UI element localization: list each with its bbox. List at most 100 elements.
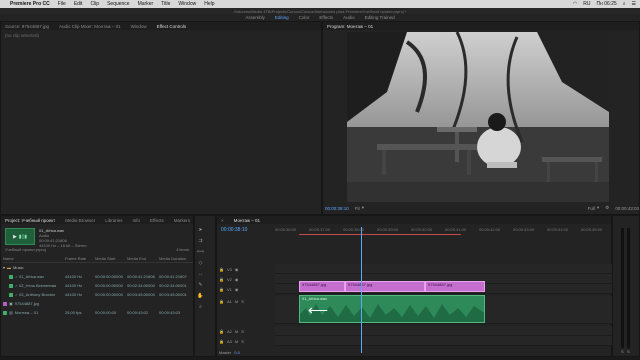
tab-project[interactable]: Project: Учебный проект (5, 218, 55, 223)
zoom-dropdown-icon[interactable]: ▾ (362, 205, 364, 211)
menu-marker[interactable]: Marker (138, 1, 154, 7)
zoom-select[interactable]: Fit (355, 206, 360, 211)
menu-edit[interactable]: Edit (74, 1, 83, 7)
playhead[interactable] (361, 227, 362, 353)
eye-icon[interactable]: ◉ (235, 277, 239, 282)
zoom-tool-icon[interactable]: ⌕ (197, 303, 204, 310)
tab-markers[interactable]: Markers (174, 218, 190, 223)
track-header-a1[interactable]: 🔒 A1 M S (219, 296, 273, 306)
tab-sequence[interactable]: Монтаж – 01 (234, 218, 260, 223)
eye-icon[interactable]: ◉ (235, 267, 239, 272)
solo-meter-icon[interactable]: S (627, 349, 630, 354)
video-clip[interactable]: 97544887.jpg (345, 281, 425, 292)
selection-tool-icon[interactable]: ➤ (197, 226, 204, 233)
solo-meter-icon[interactable]: S (621, 349, 624, 354)
input-language[interactable]: RU (583, 1, 590, 7)
audio-thumbnail[interactable]: ▶ ▮▯▮ (5, 228, 35, 245)
track-header-a3[interactable]: 🔒 A3 M S (219, 336, 273, 346)
solo-icon[interactable]: S (241, 329, 244, 334)
track-a3[interactable] (275, 336, 613, 346)
mute-icon[interactable]: M (235, 339, 238, 344)
timeline-timecode[interactable]: 00:00:38:10 (221, 227, 247, 233)
tab-media-browser[interactable]: Media Browser (65, 218, 95, 223)
project-row[interactable]: ♪ 03_Anthony Braxton 44100 Hz 00:00:00:00… (3, 290, 193, 299)
tab-effect-controls[interactable]: Effect Controls (157, 24, 186, 29)
col-media-duration[interactable]: Media Duration (159, 256, 189, 261)
project-row[interactable]: ♪ 02_Ночь Вселенная 44100 Hz 00:00:00:000… (3, 281, 193, 290)
project-row[interactable]: ▣ 97544887.jpg (3, 299, 193, 308)
mute-icon[interactable]: M (235, 329, 238, 334)
search-icon[interactable]: ⌕ (623, 1, 626, 7)
menu-help[interactable]: Help (204, 1, 214, 7)
tab-effects[interactable]: Effects (150, 218, 164, 223)
play-thumbnail-icon[interactable]: ▶ (13, 234, 17, 240)
track-a2[interactable] (275, 326, 613, 336)
razor-tool-icon[interactable]: ◇ (197, 259, 204, 266)
col-name[interactable]: Name (3, 256, 65, 261)
app-name-menu[interactable]: Premiere Pro CC (10, 1, 50, 7)
lock-icon[interactable]: 🔒 (219, 277, 224, 282)
menu-window[interactable]: Window (178, 1, 196, 7)
video-clip[interactable]: 97544887.jpg (299, 281, 345, 292)
lock-icon[interactable]: 🔒 (219, 267, 224, 272)
row-media-start: 00:00:00:00000 (95, 283, 123, 288)
project-row[interactable]: ▾ ▬ Music (3, 263, 193, 272)
wifi-icon[interactable]: ◠ (573, 1, 577, 7)
audio-clip[interactable]: 01_Africa.wav ⟵ (299, 295, 485, 323)
workspace-audio[interactable]: Audio (343, 14, 355, 21)
track-header-a2[interactable]: 🔒 A2 M S (219, 326, 273, 336)
tab-info[interactable]: Info (133, 218, 141, 223)
col-media-end[interactable]: Media End (127, 256, 159, 261)
quality-select[interactable]: Full (588, 206, 595, 211)
row-name: Монтаж – 01 (14, 310, 39, 315)
quality-dropdown-icon[interactable]: ▾ (597, 205, 599, 211)
time-ruler[interactable]: 00:00:36:00 00:00:37:00 00:00:38:00 00:0… (275, 227, 613, 237)
work-area-bar[interactable] (299, 234, 461, 235)
track-v3[interactable] (275, 264, 613, 274)
track-header-v3[interactable]: 🔒 V3 ◉ (219, 264, 273, 274)
track-header-v1[interactable]: 🔒 V1 ◉ (219, 284, 273, 294)
wrench-icon[interactable]: ⚙ (605, 205, 609, 211)
program-timecode[interactable]: 00:00:38:10 (325, 206, 349, 211)
track-header-v2[interactable]: 🔒 V2 ◉ (219, 274, 273, 284)
hand-tool-icon[interactable]: ✋ (197, 292, 204, 299)
track-select-tool-icon[interactable]: ⇉ (197, 237, 204, 244)
menu-sequence[interactable]: Sequence (107, 1, 130, 7)
project-row[interactable]: ♪ 01_Africa.wav 44100 Hz 00:00:00:00000 0… (3, 272, 193, 281)
solo-icon[interactable]: S (241, 339, 244, 344)
workspace-editing[interactable]: Editing (275, 14, 289, 21)
close-tab-icon[interactable]: × (221, 218, 224, 223)
tab-window[interactable]: Window (131, 24, 147, 29)
disclosure-triangle-icon[interactable]: ▾ (3, 265, 5, 270)
menu-title[interactable]: Title (161, 1, 170, 7)
solo-icon[interactable]: S (241, 299, 244, 304)
lock-icon[interactable]: 🔒 (219, 339, 224, 344)
workspace-editing-trained[interactable]: Editing Trained (365, 14, 395, 21)
track-header-master[interactable]: Master 0.0 (219, 347, 273, 357)
col-media-start[interactable]: Media Start (95, 256, 127, 261)
tab-audio-clip-mixer[interactable]: Audio Clip Mixer: Монтаж – 01 (59, 24, 121, 29)
tab-program[interactable]: Program: Монтаж – 01 (327, 24, 373, 29)
lock-icon[interactable]: 🔒 (219, 287, 224, 292)
menu-list-icon[interactable]: ☰ (632, 1, 636, 7)
workspace-color[interactable]: Color (299, 14, 310, 21)
lock-icon[interactable]: 🔒 (219, 329, 224, 334)
lock-icon[interactable]: 🔒 (219, 299, 224, 304)
project-row[interactable]: ▤ Монтаж – 01 25,00 fps 00:00:00:00 00:00… (3, 308, 193, 317)
video-clip[interactable]: 97544887.jpg (425, 281, 485, 292)
tab-libraries[interactable]: Libraries (105, 218, 122, 223)
workspace-assembly[interactable]: Assembly (245, 14, 265, 21)
clock[interactable]: Пн 06:25 (596, 1, 616, 7)
slip-tool-icon[interactable]: ↔ (197, 270, 204, 277)
workspace-effects[interactable]: Effects (319, 14, 333, 21)
master-volume[interactable]: 0.0 (234, 350, 240, 355)
ripple-edit-tool-icon[interactable]: ⟺ (197, 248, 204, 255)
menu-file[interactable]: File (58, 1, 66, 7)
col-frame-rate[interactable]: Frame Rate (65, 256, 95, 261)
pen-tool-icon[interactable]: ✎ (197, 281, 204, 288)
tab-source[interactable]: Source: 97544887.jpg (5, 24, 49, 29)
menu-clip[interactable]: Clip (90, 1, 99, 7)
mute-icon[interactable]: M (235, 299, 238, 304)
eye-icon[interactable]: ◉ (235, 287, 239, 292)
program-video-frame[interactable] (347, 32, 609, 202)
